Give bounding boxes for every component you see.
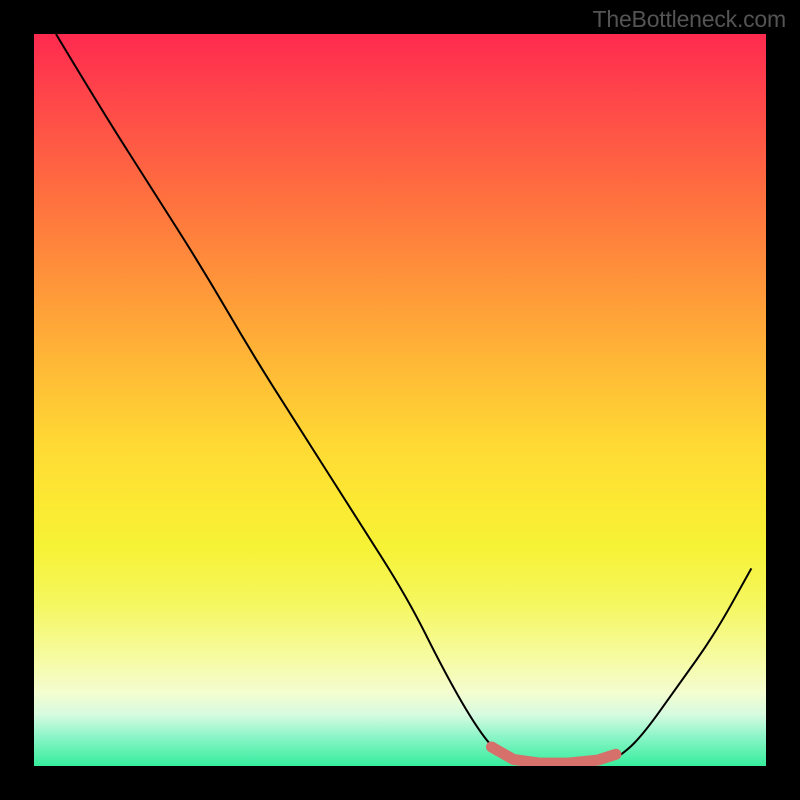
trough-highlight bbox=[492, 747, 616, 763]
attribution-text: TheBottleneck.com bbox=[593, 6, 786, 33]
curve-line bbox=[56, 34, 751, 765]
chart-plot-area bbox=[34, 34, 766, 766]
chart-svg bbox=[34, 34, 766, 766]
